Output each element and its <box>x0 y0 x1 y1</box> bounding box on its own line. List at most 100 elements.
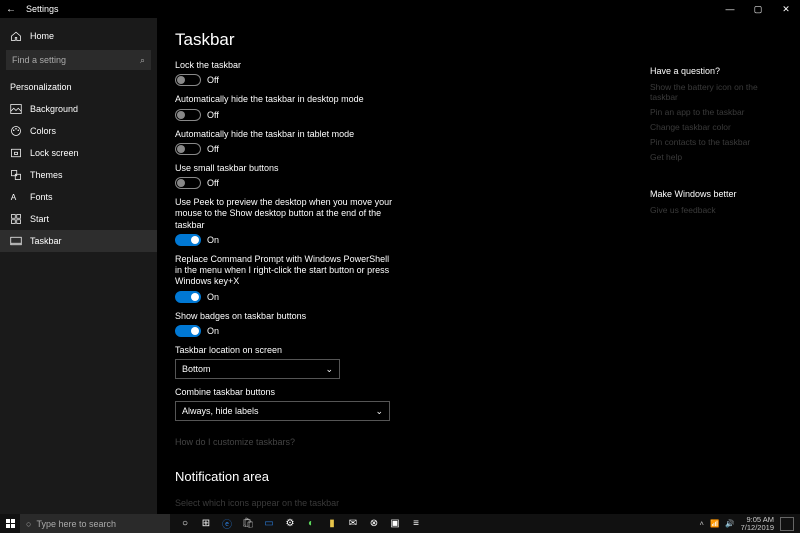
content-area: Taskbar Lock the taskbar Off Automaticall… <box>157 18 800 514</box>
home-icon <box>10 30 22 42</box>
sidebar-item-label: Lock screen <box>30 148 79 158</box>
toggle-state: On <box>207 292 219 302</box>
xbox-icon[interactable]: ⊗ <box>365 514 383 533</box>
select-icons-link[interactable]: Select which icons appear on the taskbar <box>175 498 339 508</box>
themes-icon <box>10 169 22 181</box>
start-icon <box>10 213 22 225</box>
toggle-autohide-desktop[interactable] <box>175 109 201 121</box>
store-icon[interactable]: 🛍 <box>239 514 257 533</box>
cmd-icon[interactable]: ≡ <box>407 514 425 533</box>
sidebar-item-label: Fonts <box>30 192 53 202</box>
combine-dropdown[interactable]: Always, hide labels ⌄ <box>175 401 390 421</box>
sidebar-item-themes[interactable]: Themes <box>0 164 157 186</box>
toggle-autohide-tablet[interactable] <box>175 143 201 155</box>
search-input[interactable]: Find a setting ⌕ <box>6 50 151 70</box>
help-link[interactable]: Pin an app to the taskbar <box>650 107 780 117</box>
mail-icon[interactable]: ✉ <box>344 514 362 533</box>
toggle-state: Off <box>207 178 219 188</box>
search-icon: ○ <box>26 519 31 529</box>
toggle-state: Off <box>207 110 219 120</box>
close-button[interactable]: ✕ <box>772 0 800 18</box>
sidebar-item-label: Colors <box>30 126 56 136</box>
network-icon[interactable]: 📶 <box>710 519 719 528</box>
maximize-button[interactable]: ▢ <box>744 0 772 18</box>
section-notification-area: Notification area <box>175 469 782 484</box>
setting-label: Lock the taskbar <box>175 60 395 71</box>
edge-icon[interactable]: ⓔ <box>218 514 236 533</box>
search-icon: ⌕ <box>140 55 145 66</box>
toggle-badges[interactable] <box>175 325 201 337</box>
taskbar-icon <box>10 235 22 247</box>
terminal-icon[interactable]: ▣ <box>386 514 404 533</box>
volume-icon[interactable]: 🔊 <box>725 519 734 528</box>
lock-icon <box>10 147 22 159</box>
word-icon[interactable]: ▭ <box>260 514 278 533</box>
sidebar-item-lockscreen[interactable]: Lock screen <box>0 142 157 164</box>
toggle-state: On <box>207 235 219 245</box>
setting-label: Automatically hide the taskbar in deskto… <box>175 94 395 105</box>
window-controls: — ▢ ✕ <box>716 0 800 18</box>
sidebar-item-label: Taskbar <box>30 236 62 246</box>
customize-link[interactable]: How do I customize taskbars? <box>175 437 295 447</box>
home-nav[interactable]: Home <box>0 26 157 46</box>
sidebar-item-label: Themes <box>30 170 63 180</box>
window-title: Settings <box>22 4 716 14</box>
help-panel: Have a question? Show the battery icon o… <box>650 66 780 220</box>
sidebar: Home Find a setting ⌕ Personalization Ba… <box>0 18 157 514</box>
taskbar-search[interactable]: ○ Type here to search <box>20 514 170 533</box>
back-button[interactable]: ← <box>0 4 22 15</box>
minimize-button[interactable]: — <box>716 0 744 18</box>
svg-text:A: A <box>11 193 17 202</box>
dropdown-value: Always, hide labels <box>182 406 259 416</box>
toggle-peek[interactable] <box>175 234 201 246</box>
sidebar-item-fonts[interactable]: A Fonts <box>0 186 157 208</box>
picture-icon <box>10 103 22 115</box>
section-label: Personalization <box>0 78 157 98</box>
fonts-icon: A <box>10 191 22 203</box>
make-better-head: Make Windows better <box>650 189 780 199</box>
taskview-icon[interactable]: ⊞ <box>197 514 215 533</box>
sidebar-item-taskbar[interactable]: Taskbar <box>0 230 157 252</box>
page-title: Taskbar <box>175 30 782 50</box>
windows-logo-icon <box>6 519 15 528</box>
explorer-icon[interactable]: ▮ <box>323 514 341 533</box>
sidebar-item-label: Background <box>30 104 78 114</box>
start-button[interactable] <box>0 514 20 533</box>
search-placeholder: Find a setting <box>12 55 66 65</box>
toggle-state: On <box>207 326 219 336</box>
titlebar: ← Settings — ▢ ✕ <box>0 0 800 18</box>
toggle-small-buttons[interactable] <box>175 177 201 189</box>
clock[interactable]: 9:05 AM 7/12/2019 <box>741 516 774 532</box>
sidebar-item-background[interactable]: Background <box>0 98 157 120</box>
dropdown-value: Bottom <box>182 364 211 374</box>
setting-label: Use small taskbar buttons <box>175 163 395 174</box>
help-link[interactable]: Show the battery icon on the taskbar <box>650 82 780 102</box>
cortana-icon[interactable]: ○ <box>176 514 194 533</box>
setting-label: Show badges on taskbar buttons <box>175 311 395 322</box>
toggle-state: Off <box>207 75 219 85</box>
sidebar-item-label: Start <box>30 214 49 224</box>
setting-label: Replace Command Prompt with Windows Powe… <box>175 254 395 288</box>
have-question-head: Have a question? <box>650 66 780 76</box>
chevron-down-icon: ⌄ <box>375 406 383 417</box>
toggle-powershell[interactable] <box>175 291 201 303</box>
help-link[interactable]: Get help <box>650 152 780 162</box>
help-link[interactable]: Change taskbar color <box>650 122 780 132</box>
tray-chevron-icon[interactable]: ˄ <box>700 519 704 528</box>
help-link[interactable]: Pin contacts to the taskbar <box>650 137 780 147</box>
sidebar-item-colors[interactable]: Colors <box>0 120 157 142</box>
home-label: Home <box>30 31 54 41</box>
location-label: Taskbar location on screen <box>175 345 395 356</box>
clock-date: 7/12/2019 <box>741 524 774 532</box>
action-center-icon[interactable] <box>780 517 794 531</box>
system-tray: ˄ 📶 🔊 9:05 AM 7/12/2019 <box>700 516 800 532</box>
combine-label: Combine taskbar buttons <box>175 387 390 398</box>
location-dropdown[interactable]: Bottom⌄ <box>175 359 340 379</box>
toggle-lock-taskbar[interactable] <box>175 74 201 86</box>
windows-taskbar: ○ Type here to search ○ ⊞ ⓔ 🛍 ▭ ⚙ ◐ ▮ ✉ ⊗… <box>0 514 800 533</box>
sidebar-item-start[interactable]: Start <box>0 208 157 230</box>
app-icon[interactable]: ◐ <box>302 514 320 533</box>
settings-icon[interactable]: ⚙ <box>281 514 299 533</box>
feedback-link[interactable]: Give us feedback <box>650 205 780 215</box>
search-placeholder: Type here to search <box>36 519 116 529</box>
